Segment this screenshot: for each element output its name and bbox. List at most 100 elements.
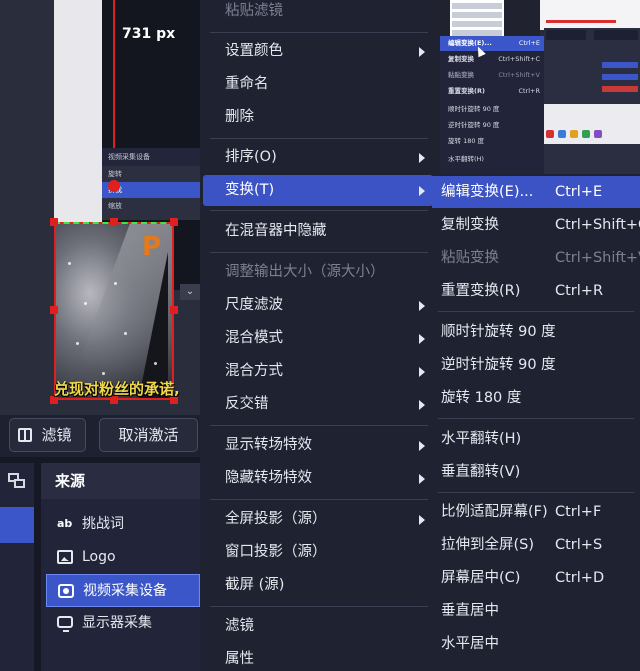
submenu-item-label: 复制变换 <box>441 217 499 233</box>
thumbnail-menu-row-shortcut: Ctrl+E <box>518 39 540 47</box>
menu-separator <box>210 425 428 426</box>
submenu-item-center-to-screen[interactable]: 屏幕居中(C) Ctrl+D <box>432 562 640 594</box>
submenu-item-center-vertical[interactable]: 垂直居中 <box>432 595 640 627</box>
rotate-handle[interactable] <box>108 180 120 192</box>
text-icon: ab <box>57 517 73 530</box>
thumbnail-menu-row: 编辑变换(E)... Ctrl+E <box>440 36 544 51</box>
menu-item-label: 变换(T) <box>225 182 275 198</box>
thumbnail-menu-row: 复制变换 Ctrl+Shift+C <box>440 52 544 67</box>
submenu-item-copy-transform[interactable]: 复制变换 Ctrl+Shift+C <box>432 209 640 241</box>
submenu-item-shortcut: Ctrl+Shift+V <box>555 250 640 266</box>
submenu-item-rotate-cw[interactable]: 顺时针旋转 90 度 <box>432 316 640 348</box>
submenu-item-label: 编辑变换(E)... <box>441 184 534 200</box>
resize-handle-top-right[interactable] <box>170 218 178 226</box>
thumbnail-browser-bar <box>540 0 640 30</box>
menu-item-scale-filter[interactable]: 尺度滤波 <box>203 290 433 321</box>
chevron-right-icon <box>419 400 425 410</box>
measure-label: 731 px <box>122 26 176 42</box>
deactivate-button[interactable]: 取消激活 <box>99 418 198 452</box>
filters-button[interactable]: 滤镜 <box>9 418 86 452</box>
source-item-camera[interactable]: 视频采集设备 <box>46 574 200 607</box>
thumbnail-menu-row-shortcut: Ctrl+R <box>518 87 540 95</box>
submenu-item-flip-vertical[interactable]: 垂直翻转(V) <box>432 456 640 488</box>
source-item-text[interactable]: ab 挑战词 <box>46 508 200 541</box>
source-item-label: 挑战词 <box>82 516 124 532</box>
chevron-right-icon <box>419 301 425 311</box>
filter-icon <box>18 428 32 442</box>
chevron-right-icon <box>419 515 425 525</box>
submenu-item-fit-to-screen[interactable]: 比例适配屏幕(F) Ctrl+F <box>432 496 640 528</box>
menu-item-show-transition[interactable]: 显示转场特效 <box>203 430 433 461</box>
resize-handle-top-left[interactable] <box>50 218 58 226</box>
menu-item-transform[interactable]: 变换(T) <box>203 175 433 206</box>
submenu-item-rotate-180[interactable]: 旋转 180 度 <box>432 382 640 414</box>
menu-item-windowed-projector[interactable]: 窗口投影（源） <box>203 537 433 568</box>
sources-title: 来源 <box>41 463 200 499</box>
menu-item-delete[interactable]: 删除 <box>203 102 433 133</box>
thumbnail-menu-row: 粘贴变换 Ctrl+Shift+V <box>440 68 544 83</box>
menu-item-label: 隐藏转场特效 <box>225 470 312 486</box>
thumbnail-menu-row: 旋转 180 度 <box>448 137 485 145</box>
resize-handle-top[interactable] <box>110 218 118 226</box>
submenu-item-flip-horizontal[interactable]: 水平翻转(H) <box>432 423 640 455</box>
thumbnail-panel <box>544 28 640 174</box>
menu-item-deinterlace[interactable]: 反交错 <box>203 389 433 420</box>
transform-submenu: 编辑变换(E)... Ctrl+E 复制变换 Ctrl+Shift+C 粘贴变换 Ct… <box>432 174 640 671</box>
menu-separator <box>210 499 428 500</box>
submenu-item-edit-transform[interactable]: 编辑变换(E)... Ctrl+E <box>432 176 640 208</box>
resize-handle-left[interactable] <box>50 306 58 314</box>
chevron-right-icon <box>419 153 425 163</box>
menu-item-screenshot[interactable]: 截屏 (源) <box>203 570 433 601</box>
menu-item-resize-output[interactable]: 调整输出大小（源大小） <box>203 257 433 288</box>
preview-canvas[interactable]: 731 px 视频采集设备 旋转 挤我 缩放 P ⌄ <box>0 0 200 415</box>
menu-item-hide-transition[interactable]: 隐藏转场特效 <box>203 463 433 494</box>
source-item-display[interactable]: 显示器采集 <box>46 607 200 640</box>
submenu-item-shortcut: Ctrl+S <box>555 537 603 553</box>
resize-handle-right[interactable] <box>170 306 178 314</box>
mini-panel-row: 缩放 <box>108 202 122 210</box>
menu-item-set-color[interactable]: 设置颜色 <box>203 36 433 67</box>
menu-item-blend-mode[interactable]: 混合模式 <box>203 323 433 354</box>
menu-item-label: 设置颜色 <box>225 43 283 59</box>
thumbnail-menu-row-label: 重置变换(R) <box>448 87 485 95</box>
scene-item-selected[interactable] <box>0 507 34 543</box>
submenu-item-stretch-to-screen[interactable]: 拉伸到全屏(S) Ctrl+S <box>432 529 640 561</box>
submenu-item-label: 屏幕居中(C) <box>441 570 521 586</box>
source-item-logo[interactable]: Logo <box>46 541 200 574</box>
submenu-separator <box>438 311 634 312</box>
menu-item-label: 尺度滤波 <box>225 297 283 313</box>
menu-item-filters[interactable]: 滤镜 <box>203 611 433 642</box>
mini-panel-title: 视频采集设备 <box>102 148 200 166</box>
thumbnail-menu-row-label: 编辑变换(E)... <box>448 39 492 47</box>
menu-item-fullscreen-projector[interactable]: 全屏投影（源） <box>203 504 433 535</box>
submenu-separator <box>438 418 634 419</box>
menu-item-paste-filter[interactable]: 粘贴滤镜 <box>203 0 433 27</box>
submenu-item-shortcut: Ctrl+D <box>555 570 605 586</box>
submenu-item-label: 比例适配屏幕(F) <box>441 504 548 520</box>
submenu-item-label: 重置变换(R) <box>441 283 521 299</box>
thumbnail-page <box>540 104 640 144</box>
undock-icon[interactable] <box>8 473 26 491</box>
submenu-item-label: 粘贴变换 <box>441 250 499 266</box>
submenu-item-paste-transform[interactable]: 粘贴变换 Ctrl+Shift+V <box>432 242 640 274</box>
chevron-right-icon <box>419 334 425 344</box>
menu-item-hide-in-mixer[interactable]: 在混音器中隐藏 <box>203 216 433 247</box>
submenu-item-shortcut: Ctrl+R <box>555 283 604 299</box>
menu-item-blend-method[interactable]: 混合方式 <box>203 356 433 387</box>
thumbnail-menu-row-label: 复制变换 <box>448 55 474 63</box>
filters-button-label: 滤镜 <box>41 426 72 444</box>
menu-item-rename[interactable]: 重命名 <box>203 69 433 100</box>
menu-separator <box>210 252 428 253</box>
chevron-right-icon <box>419 186 425 196</box>
docks-area: 来源 ab 挑战词 Logo 视频采集设备 显示器采集 <box>0 457 200 671</box>
submenu-item-rotate-ccw[interactable]: 逆时针旋转 90 度 <box>432 349 640 381</box>
image-icon <box>57 550 73 564</box>
submenu-item-reset-transform[interactable]: 重置变换(R) Ctrl+R <box>432 275 640 307</box>
menu-item-label: 混合方式 <box>225 363 283 379</box>
selection-bounding-box[interactable] <box>54 222 174 400</box>
submenu-item-center-horizontal[interactable]: 水平居中 <box>432 628 640 660</box>
chevron-down-icon[interactable]: ⌄ <box>180 284 200 300</box>
menu-item-properties[interactable]: 属性 <box>203 644 433 671</box>
scenes-dock <box>0 463 34 671</box>
menu-item-order[interactable]: 排序(O) <box>203 142 433 173</box>
